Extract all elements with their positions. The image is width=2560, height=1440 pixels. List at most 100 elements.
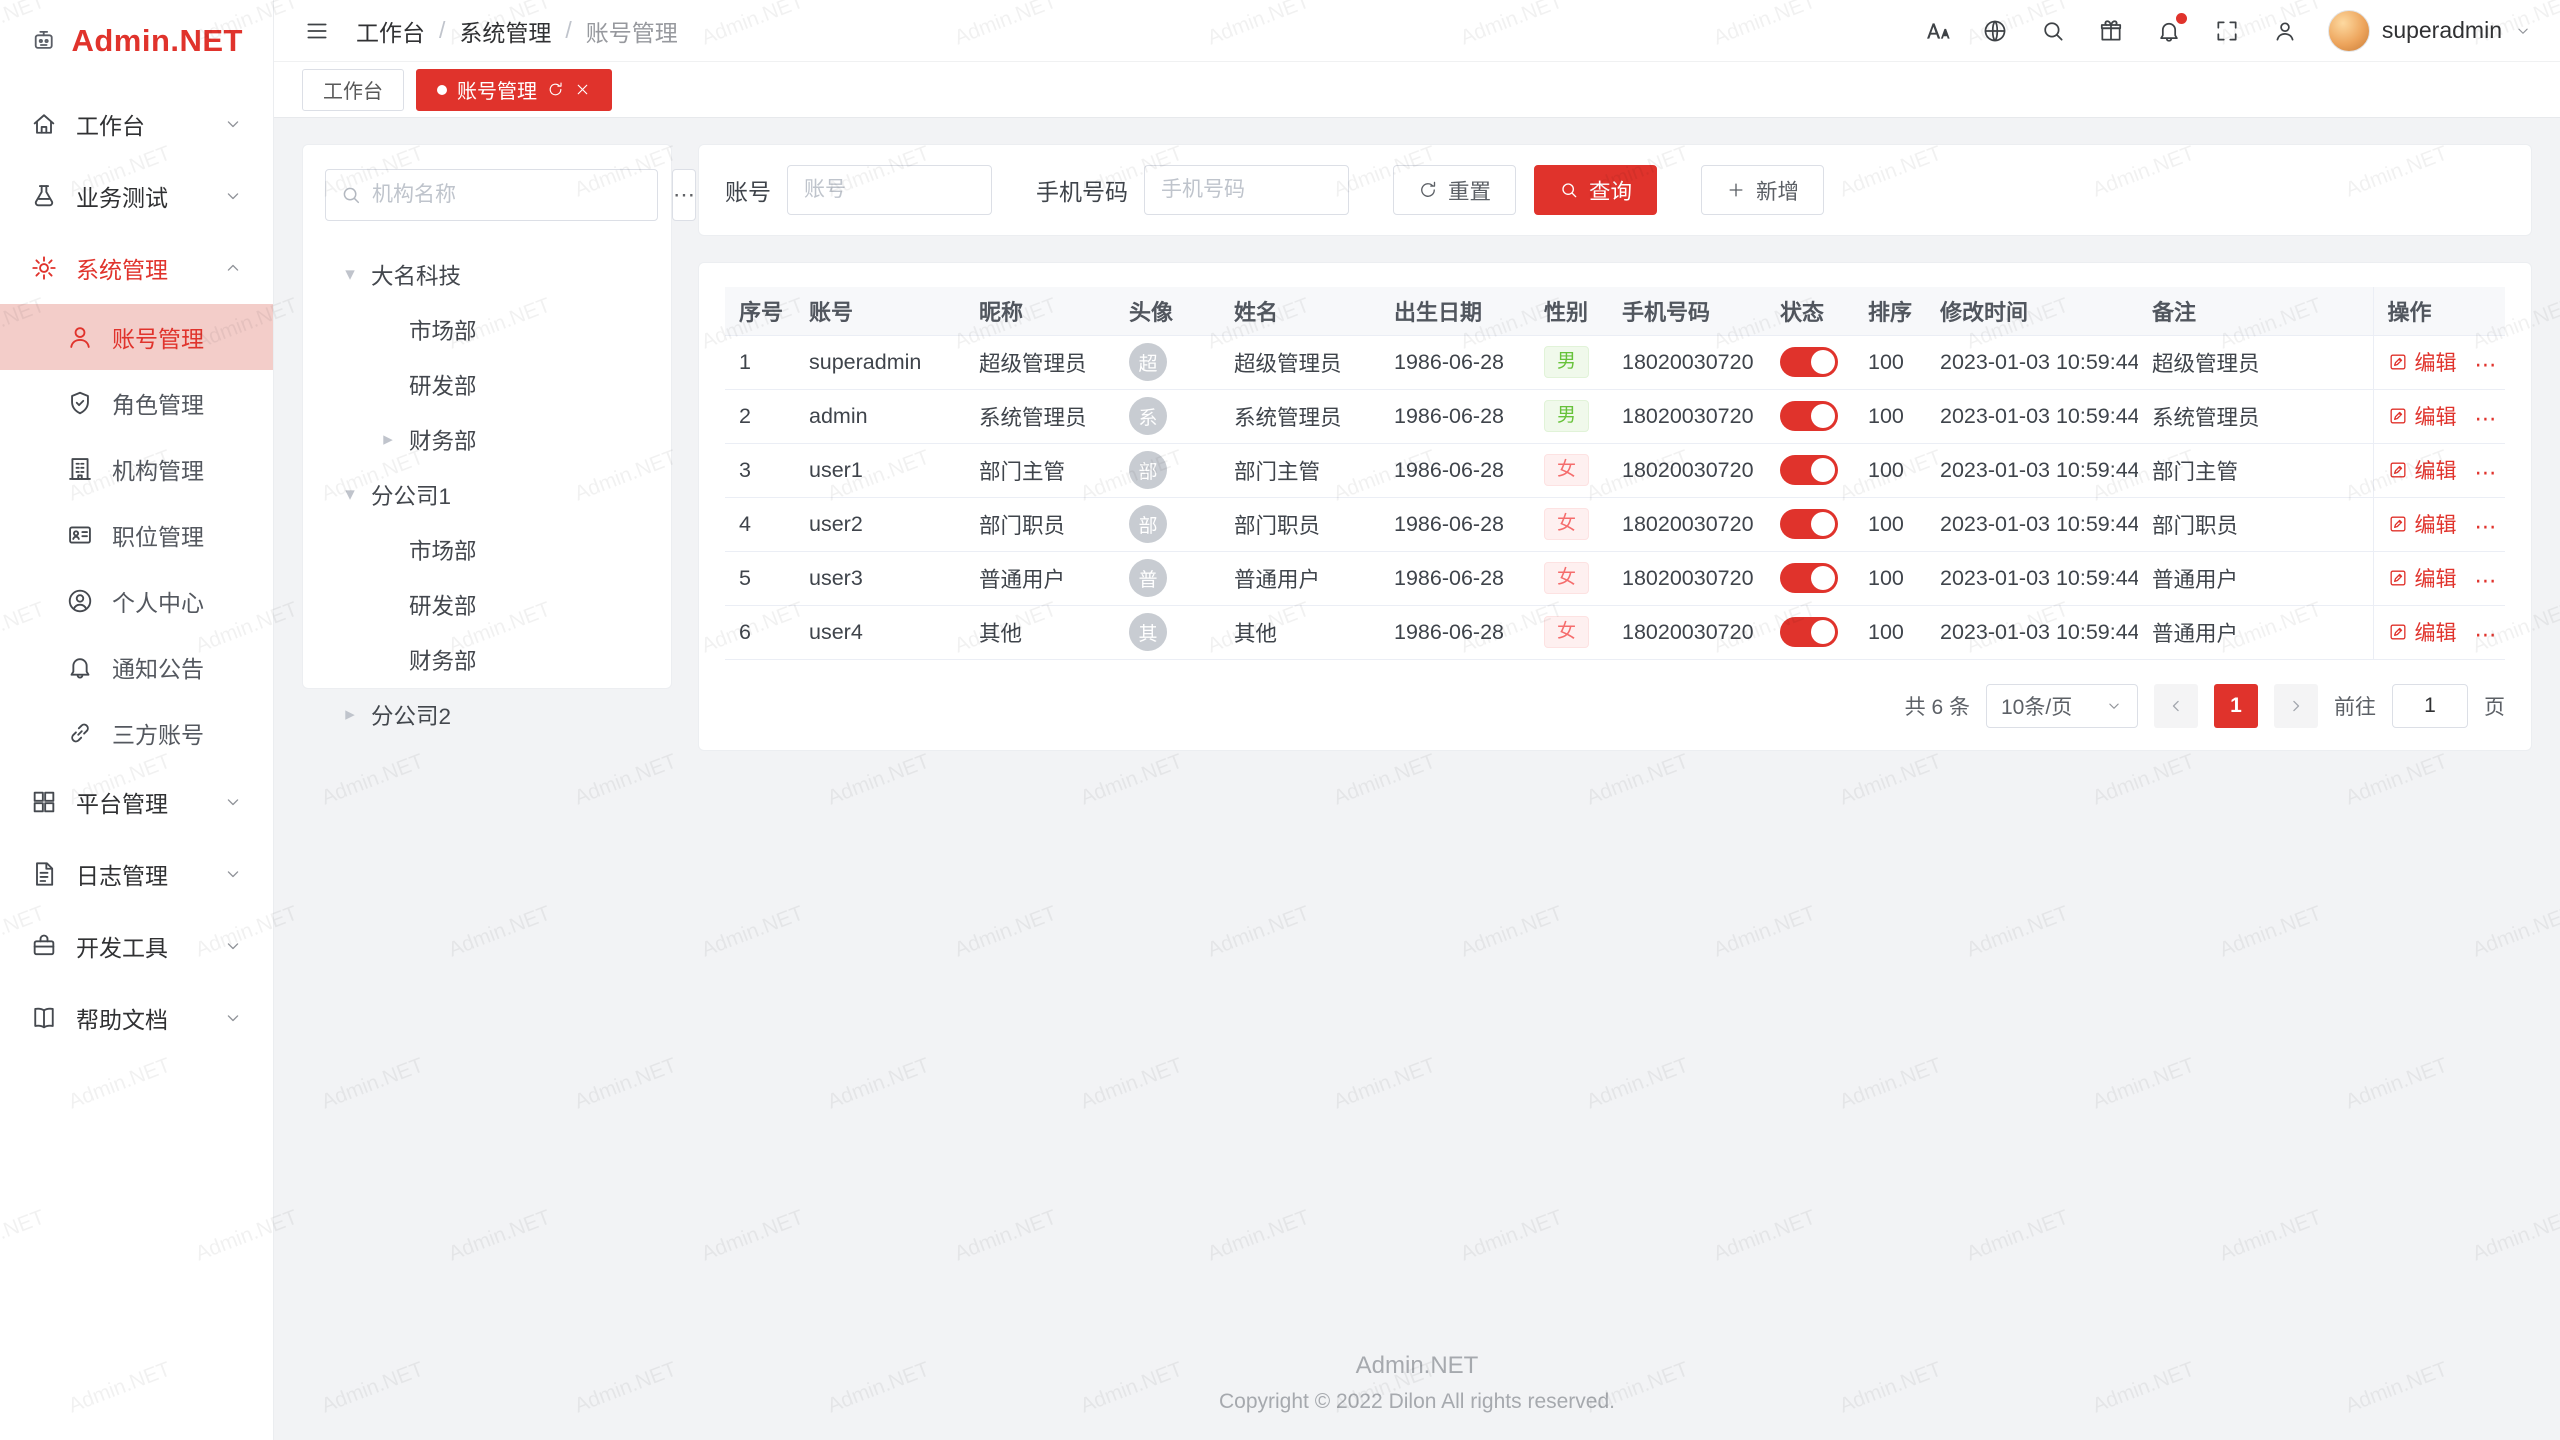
sidebar-item-org[interactable]: 机构管理 (0, 436, 273, 502)
breadcrumb-item[interactable]: 工作台 (356, 14, 425, 48)
tree-node[interactable]: 分公司2 (325, 687, 649, 742)
table-row: 5user3普通用户普普通用户1986-06-28女18020030720100… (725, 551, 2505, 605)
cell-gender: 女 (1530, 605, 1608, 659)
edit-icon (2388, 406, 2408, 426)
status-toggle[interactable] (1780, 617, 1838, 647)
globe-icon[interactable] (1980, 16, 2010, 46)
cell-status (1766, 551, 1854, 605)
cell-birth-date: 1986-06-28 (1380, 335, 1530, 389)
org-tree-panel: ⋯ 大名科技市场部研发部财务部分公司1市场部研发部财务部分公司2 (302, 144, 672, 689)
account-input[interactable] (787, 165, 992, 215)
tree-node[interactable]: 市场部 (325, 302, 649, 357)
row-avatar: 其 (1129, 613, 1167, 651)
page-size-select[interactable]: 10条/页 (1986, 684, 2138, 728)
fullscreen-icon[interactable] (2212, 16, 2242, 46)
edit-label: 编辑 (2415, 617, 2457, 647)
column-header: 排序 (1854, 287, 1926, 335)
edit-label: 编辑 (2415, 347, 2457, 377)
status-toggle[interactable] (1780, 401, 1838, 431)
gender-tag: 女 (1544, 562, 1589, 594)
next-page-button[interactable] (2274, 684, 2318, 728)
sidebar-item-system[interactable]: 系统管理 (0, 232, 273, 304)
sidebar-item-third-party[interactable]: 三方账号 (0, 700, 273, 766)
app-logo[interactable]: Admin.NET (0, 0, 273, 82)
cell-status (1766, 335, 1854, 389)
caret-right-icon[interactable] (373, 428, 403, 451)
tree-node[interactable]: 市场部 (325, 522, 649, 577)
theme-icon[interactable] (2096, 16, 2126, 46)
breadcrumb-item[interactable]: 账号管理 (586, 14, 678, 48)
status-toggle[interactable] (1780, 455, 1838, 485)
sidebar-item-help[interactable]: 帮助文档 (0, 982, 273, 1054)
row-more-button[interactable]: ⋯ (2475, 622, 2499, 647)
collapse-menu-icon[interactable] (302, 16, 332, 46)
search-icon[interactable] (2038, 16, 2068, 46)
chevron-down-icon (2105, 697, 2123, 715)
reset-button[interactable]: 重置 (1393, 165, 1516, 215)
notifications-button[interactable] (2154, 16, 2184, 46)
page-1-button[interactable]: 1 (2214, 684, 2258, 728)
tab-workbench[interactable]: 工作台 (302, 69, 404, 111)
edit-button[interactable]: 编辑 (2388, 617, 2457, 647)
edit-button[interactable]: 编辑 (2388, 455, 2457, 485)
logo-text: Admin.NET (71, 23, 243, 59)
status-toggle[interactable] (1780, 509, 1838, 539)
tree-node[interactable]: 财务部 (325, 632, 649, 687)
user-menu[interactable]: superadmin (2328, 10, 2532, 52)
status-toggle[interactable] (1780, 563, 1838, 593)
status-toggle[interactable] (1780, 347, 1838, 377)
org-search-box[interactable] (325, 169, 658, 221)
tree-node[interactable]: 财务部 (325, 412, 649, 467)
breadcrumb: 工作台/系统管理/账号管理 (356, 14, 678, 48)
sidebar-item-devtools[interactable]: 开发工具 (0, 910, 273, 982)
idcard-icon (66, 521, 94, 549)
sidebar-item-notice[interactable]: 通知公告 (0, 634, 273, 700)
tree-more-button[interactable]: ⋯ (672, 169, 696, 221)
edit-button[interactable]: 编辑 (2388, 401, 2457, 431)
caret-right-icon[interactable] (335, 703, 365, 726)
add-button[interactable]: 新增 (1701, 165, 1824, 215)
tab-account[interactable]: 账号管理 (416, 69, 612, 111)
tree-node[interactable]: 大名科技 (325, 247, 649, 302)
close-icon[interactable] (574, 81, 591, 98)
edit-button[interactable]: 编辑 (2388, 563, 2457, 593)
sidebar-item-position[interactable]: 职位管理 (0, 502, 273, 568)
accounts-table-panel: 序号账号昵称头像姓名出生日期性别手机号码状态排序修改时间备注操作 1supera… (698, 262, 2532, 751)
row-more-button[interactable]: ⋯ (2475, 514, 2499, 539)
grid-icon (30, 788, 58, 816)
cell-nickname: 其他 (965, 605, 1115, 659)
caret-down-icon[interactable] (335, 263, 365, 286)
row-more-button[interactable]: ⋯ (2475, 352, 2499, 377)
gear-icon (30, 254, 58, 282)
edit-label: 编辑 (2415, 455, 2457, 485)
sidebar-item-profile[interactable]: 个人中心 (0, 568, 273, 634)
font-size-icon[interactable] (1922, 16, 1952, 46)
sidebar-item-label: 三方账号 (112, 716, 243, 750)
edit-button[interactable]: 编辑 (2388, 509, 2457, 539)
breadcrumb-item[interactable]: 系统管理 (459, 14, 551, 48)
sidebar-item-workbench[interactable]: 工作台 (0, 88, 273, 160)
sidebar-item-log[interactable]: 日志管理 (0, 838, 273, 910)
goto-page-input[interactable] (2392, 684, 2468, 728)
sidebar-item-role[interactable]: 角色管理 (0, 370, 273, 436)
org-search-input[interactable] (372, 183, 643, 207)
tree-node[interactable]: 研发部 (325, 577, 649, 632)
sidebar-item-account[interactable]: 账号管理 (0, 304, 273, 370)
cell-birth-date: 1986-06-28 (1380, 443, 1530, 497)
user-manual-icon[interactable] (2270, 16, 2300, 46)
row-more-button[interactable]: ⋯ (2475, 406, 2499, 431)
cell-avatar: 普 (1115, 551, 1220, 605)
prev-page-button[interactable] (2154, 684, 2198, 728)
row-more-button[interactable]: ⋯ (2475, 460, 2499, 485)
sidebar-item-business-test[interactable]: 业务测试 (0, 160, 273, 232)
edit-button[interactable]: 编辑 (2388, 347, 2457, 377)
phone-input[interactable] (1144, 165, 1349, 215)
query-button[interactable]: 查询 (1534, 165, 1657, 215)
sidebar-item-platform[interactable]: 平台管理 (0, 766, 273, 838)
refresh-icon[interactable] (547, 81, 564, 98)
tree-node[interactable]: 研发部 (325, 357, 649, 412)
row-more-button[interactable]: ⋯ (2475, 568, 2499, 593)
caret-down-icon[interactable] (335, 483, 365, 506)
breadcrumb-separator: / (439, 17, 445, 44)
tree-node[interactable]: 分公司1 (325, 467, 649, 522)
